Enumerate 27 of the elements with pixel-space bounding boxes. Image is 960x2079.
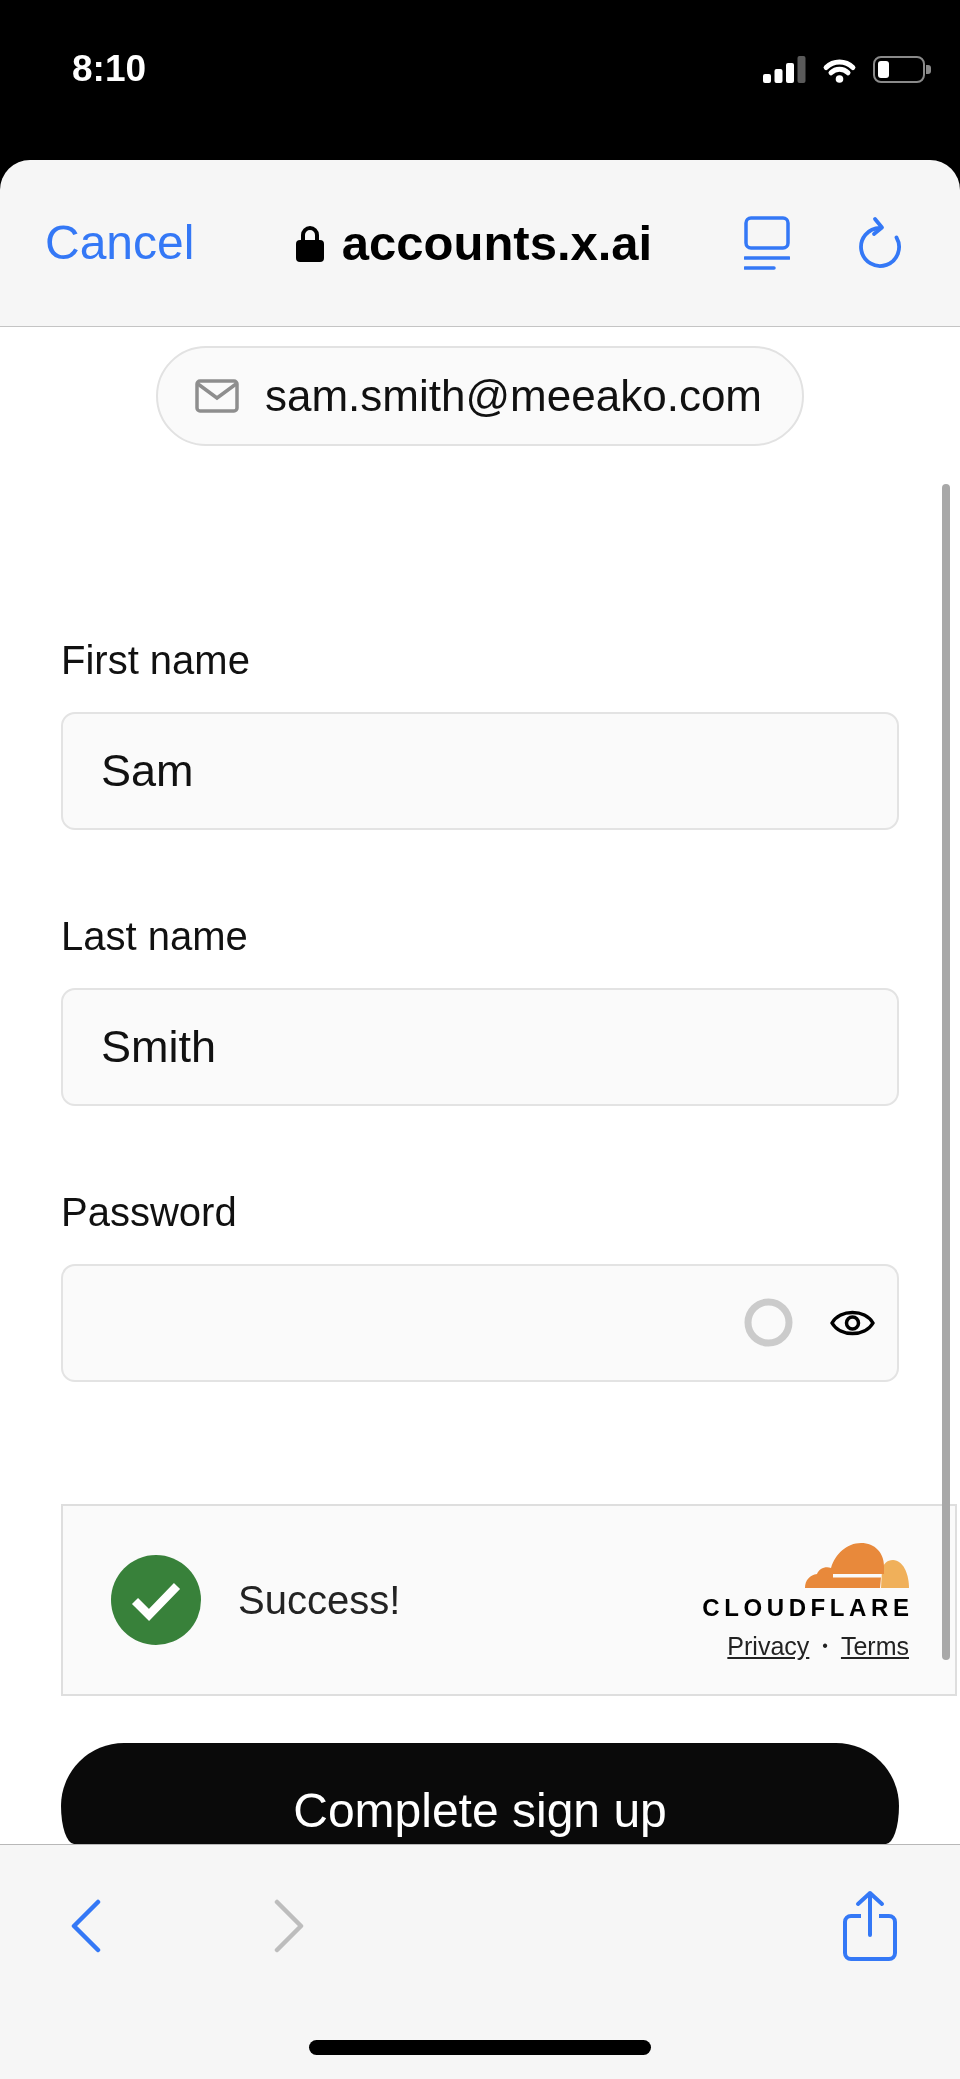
password-field[interactable] <box>61 1264 899 1382</box>
chevron-right-icon <box>274 1899 304 1953</box>
separator-text: • <box>822 1635 828 1656</box>
battery-icon <box>873 56 931 83</box>
field-label: Password <box>61 1189 237 1236</box>
footer-link[interactable]: Terms <box>840 1630 909 1661</box>
footer-link[interactable]: Privacy <box>727 1630 810 1661</box>
reload-icon <box>857 216 903 270</box>
signal-icon <box>763 56 806 83</box>
field-label: First name <box>61 637 250 684</box>
text-field[interactable]: Sam <box>61 712 899 830</box>
envelope-icon <box>195 379 239 413</box>
status-time: 8:10 <box>72 47 147 91</box>
email-text: sam.smith@meeako.com <box>265 370 762 422</box>
text-field[interactable]: Smith <box>61 988 899 1106</box>
field-label: Last name <box>61 913 248 960</box>
reader-icon <box>744 216 790 270</box>
brand-wordmark: CLOUDFLARE <box>702 1594 914 1621</box>
url-text: accounts.x.ai <box>341 215 653 271</box>
share-icon <box>842 1890 898 1962</box>
captcha-status: Success! <box>238 1577 401 1624</box>
ring-icon <box>744 1298 793 1347</box>
complete-sign-up-button[interactable]: Complete sign up <box>61 1743 899 1844</box>
cancel-button[interactable]: Cancel <box>45 215 195 271</box>
chevron-left-icon <box>71 1899 101 1953</box>
reader-button[interactable] <box>744 216 790 270</box>
reload-button[interactable] <box>857 216 903 270</box>
